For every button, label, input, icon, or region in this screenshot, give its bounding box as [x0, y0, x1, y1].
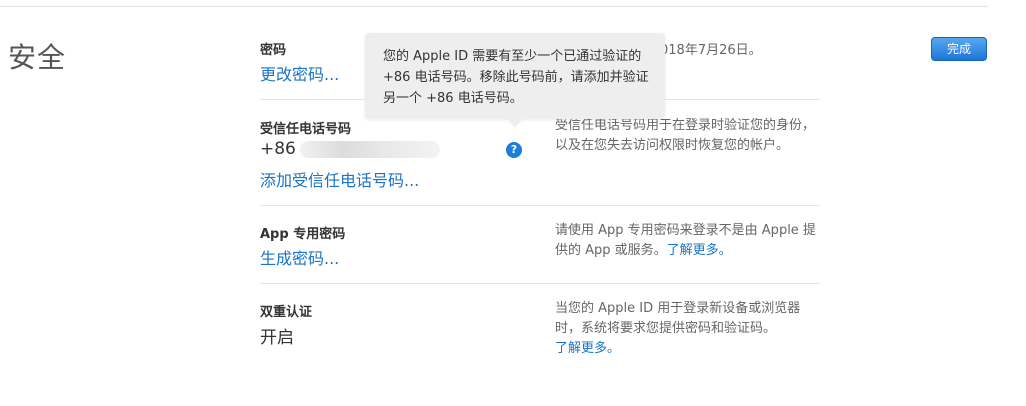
phone-number-redacted [300, 141, 440, 158]
section-title: 安全 [8, 41, 67, 74]
row-divider [260, 283, 820, 284]
two-factor-label: 双重认证 [260, 305, 313, 320]
done-button[interactable]: 完成 [931, 37, 987, 61]
tooltip-popover: 您的 Apple ID 需要有至少一个已通过验证的 +86 电话号码。移除此号码… [365, 33, 665, 119]
tooltip-text: 您的 Apple ID 需要有至少一个已通过验证的 +86 电话号码。移除此号码… [383, 49, 649, 106]
password-date-text: 018年7月26日。 [660, 43, 762, 58]
top-divider [0, 6, 988, 7]
trusted-phone-label: 受信任电话号码 [260, 122, 352, 137]
learn-more-link[interactable]: 了解更多。 [555, 341, 620, 356]
trusted-phone-description: 受信任电话号码用于在登录时验证您的身份，以及在您失去访问权限时恢复您的帐户。 [555, 118, 816, 153]
learn-more-link[interactable]: 了解更多。 [667, 243, 732, 258]
row-divider [260, 205, 820, 206]
phone-country-code: +86 [260, 139, 296, 159]
add-trusted-phone-link[interactable]: 添加受信任电话号码... [260, 167, 419, 191]
app-password-description: 请使用 App 专用密码来登录不是由 Apple 提供的 App 或服务。了解更… [555, 221, 820, 261]
app-password-label: App 专用密码 [260, 227, 346, 242]
two-factor-description-text: 当您的 Apple ID 用于登录新设备或浏览器时，系统将要求您提供密码和验证码… [555, 301, 801, 336]
generate-password-link[interactable]: 生成密码... [260, 245, 339, 269]
password-label: 密码 [260, 43, 287, 58]
help-icon[interactable]: ? [506, 142, 522, 158]
two-factor-description: 当您的 Apple ID 用于登录新设备或浏览器时，系统将要求您提供密码和验证码… [555, 299, 820, 359]
tooltip-arrow [507, 119, 523, 128]
two-factor-status: 开启 [260, 328, 294, 348]
change-password-link[interactable]: 更改密码... [260, 61, 339, 85]
